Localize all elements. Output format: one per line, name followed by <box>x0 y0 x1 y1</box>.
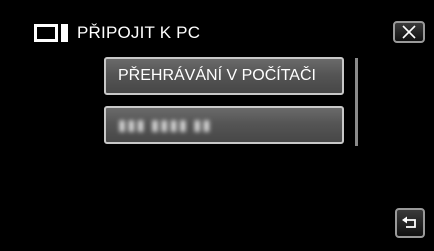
menu-item-label: ▮▮▮ ▮▮▮▮ ▮▮ <box>118 117 212 134</box>
return-icon <box>402 216 416 228</box>
camera-screen: PŘIPOJIT K PC PŘEHRÁVÁNÍ V POČÍTAČI ▮▮▮ … <box>0 0 434 251</box>
pc-connection-icon <box>34 23 68 43</box>
menu-item-blurred[interactable]: ▮▮▮ ▮▮▮▮ ▮▮ <box>104 106 344 144</box>
scrollbar[interactable] <box>355 58 358 146</box>
header: PŘIPOJIT K PC <box>34 20 200 46</box>
menu-item-label: PŘEHRÁVÁNÍ V POČÍTAČI <box>118 67 316 84</box>
back-button[interactable] <box>395 208 425 238</box>
close-icon <box>402 25 416 39</box>
close-button[interactable] <box>393 21 425 43</box>
page-title: PŘIPOJIT K PC <box>77 23 201 42</box>
menu-item-playback-on-pc[interactable]: PŘEHRÁVÁNÍ V POČÍTAČI <box>104 57 344 95</box>
